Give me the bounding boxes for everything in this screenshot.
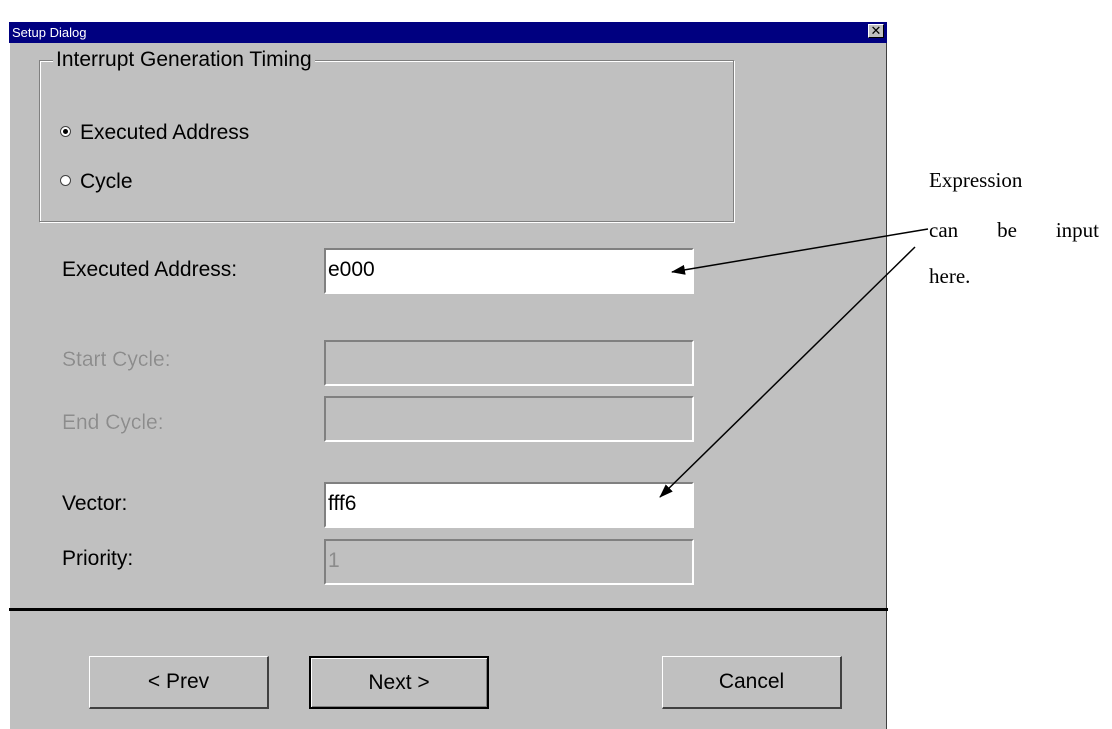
arrow-to-vector — [659, 246, 916, 498]
annotation-arrows — [659, 228, 929, 498]
arrow-to-address — [671, 228, 929, 275]
